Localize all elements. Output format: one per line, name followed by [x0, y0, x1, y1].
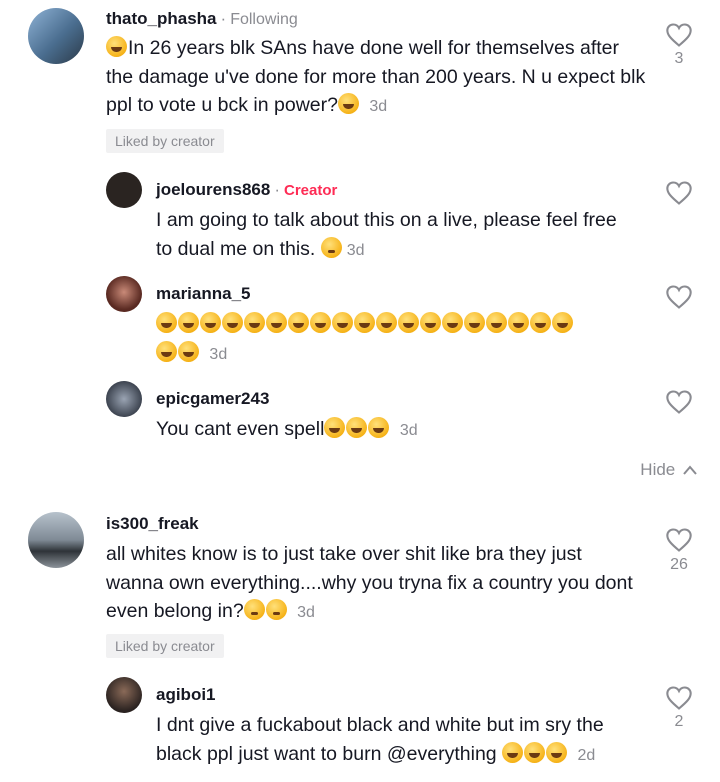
comment-text: I am going to talk about this on a live,… — [156, 206, 636, 265]
emoji-icon — [524, 741, 546, 763]
comment-text: In 26 years blk SAns have done well for … — [106, 34, 646, 122]
like-heart-icon[interactable] — [665, 685, 693, 711]
like-heart-icon[interactable] — [665, 389, 693, 415]
comment-text: You cant even spell 3d — [156, 415, 636, 446]
emoji-icon — [464, 312, 485, 333]
comment-text: all whites know is to just take over shi… — [106, 540, 636, 628]
emoji-icon — [442, 312, 463, 333]
comment-username[interactable]: thato_phasha · Following — [106, 9, 298, 29]
emoji-icon — [266, 312, 287, 333]
timestamp: 2d — [577, 746, 596, 764]
emoji-icon — [200, 312, 221, 333]
avatar[interactable] — [28, 8, 84, 64]
emoji-icon — [222, 312, 243, 333]
emoji-icon — [320, 236, 342, 258]
hide-label[interactable]: Hide — [640, 460, 675, 479]
emoji-icon — [346, 417, 368, 438]
emoji-icon — [106, 36, 127, 57]
comment-username[interactable]: epicgamer243 — [156, 389, 269, 409]
comment-username[interactable]: marianna_5 — [156, 284, 251, 304]
comment-text: 3d — [156, 310, 636, 369]
emoji-icon — [244, 312, 265, 333]
timestamp: 3d — [369, 98, 388, 115]
timestamp: 3d — [346, 241, 365, 259]
liked-by-creator-badge: Liked by creator — [106, 129, 224, 153]
emoji-icon — [178, 340, 199, 362]
emoji-icon — [310, 312, 331, 333]
comment-username[interactable]: joelourens868 · Creator — [156, 180, 337, 200]
emoji-icon — [324, 417, 346, 438]
emoji-icon — [337, 93, 359, 114]
timestamp: 3d — [297, 604, 315, 621]
avatar[interactable] — [106, 677, 142, 713]
username-text[interactable]: joelourens868 — [156, 180, 270, 199]
liked-by-creator-badge: Liked by creator — [106, 634, 224, 658]
comment-username[interactable]: agiboi1 — [156, 685, 216, 705]
timestamp: 3d — [399, 422, 418, 439]
comment-text: I dnt give a fuckabout black and white b… — [156, 711, 646, 770]
avatar[interactable] — [106, 381, 142, 417]
like-heart-icon[interactable] — [665, 22, 693, 48]
emoji-icon — [288, 312, 309, 333]
emoji-icon — [376, 312, 397, 333]
like-heart-icon[interactable] — [665, 180, 693, 206]
timestamp: 3d — [209, 345, 228, 363]
emoji-icon — [398, 312, 419, 333]
emoji-icon — [332, 312, 353, 333]
like-count: 3 — [674, 50, 684, 67]
emoji-icon — [530, 312, 551, 333]
like-count: 26 — [670, 556, 688, 573]
avatar[interactable] — [28, 512, 84, 568]
following-badge: Following — [230, 11, 298, 28]
comment-username[interactable]: is300_freak — [106, 514, 199, 534]
emoji-icon — [368, 417, 390, 438]
emoji-icon — [420, 312, 441, 333]
hide-replies-button[interactable]: Hide — [640, 460, 698, 480]
comment-body: all whites know is to just take over shi… — [106, 543, 633, 622]
emoji-icon — [156, 312, 177, 333]
chevron-up-icon — [683, 465, 697, 475]
avatar[interactable] — [106, 276, 142, 312]
like-heart-icon[interactable] — [665, 527, 693, 553]
emoji-icon — [243, 599, 265, 620]
emoji-icon — [508, 312, 529, 333]
like-heart-icon[interactable] — [665, 284, 693, 310]
creator-badge: Creator — [284, 182, 338, 199]
like-count: 2 — [674, 713, 684, 730]
comment-body: You cant even spell — [156, 418, 325, 440]
username-text[interactable]: thato_phasha — [106, 9, 217, 28]
emoji-icon — [265, 599, 287, 620]
comment-body: I am going to talk about this on a live,… — [156, 209, 617, 260]
avatar[interactable] — [106, 172, 142, 208]
emoji-icon — [546, 741, 568, 763]
emoji-icon — [156, 340, 177, 362]
emoji-icon — [354, 312, 375, 333]
emoji-icon — [178, 312, 199, 333]
emoji-icon — [486, 312, 507, 333]
emoji-icon — [552, 312, 573, 333]
emoji-icon — [502, 741, 524, 763]
